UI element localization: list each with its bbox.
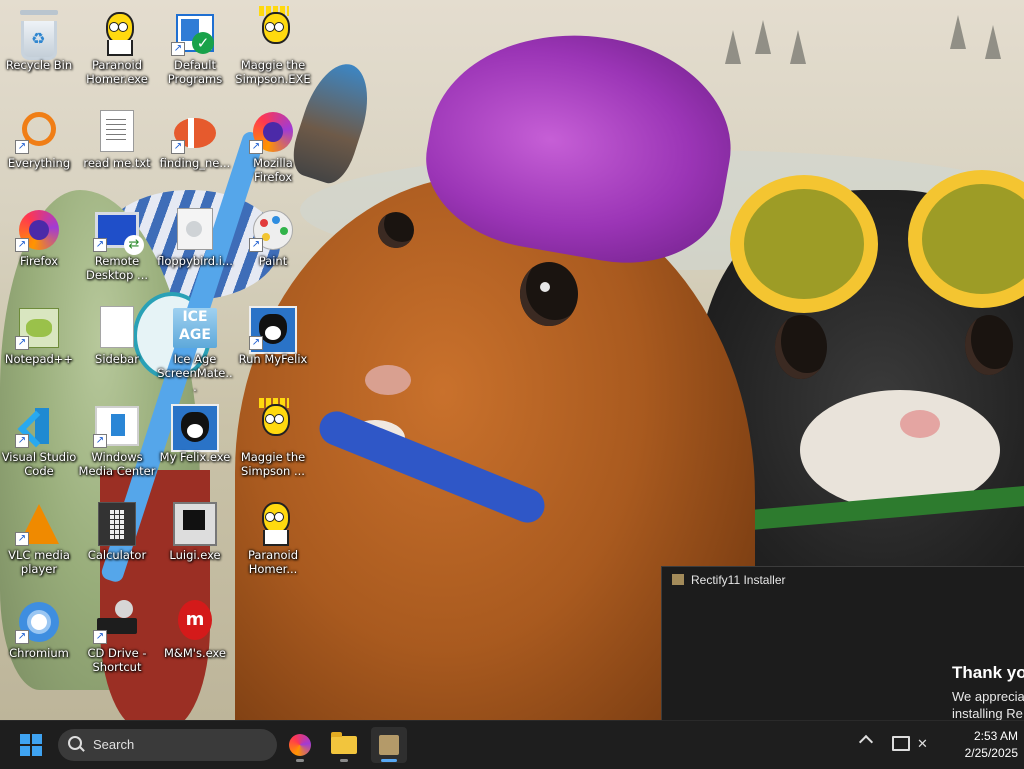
firefox-icon[interactable]: ↗ Firefox (0, 196, 78, 290)
recycle-bin-icon[interactable]: Recycle Bin (0, 0, 78, 94)
show-hidden-icons-chevron-icon[interactable] (858, 734, 874, 750)
cd-drive-icon[interactable]: ↗ CD Drive - Shortcut (78, 588, 156, 682)
icon-label: Firefox (19, 254, 59, 268)
taskbar-search-box[interactable]: Search (58, 729, 277, 761)
notepad-plus-plus-icon[interactable]: ↗ Notepad++ (0, 294, 78, 388)
ice-age-icon[interactable]: ICE AGE Ice Age ScreenMate... (156, 294, 234, 394)
vscode-icon[interactable]: ↗ Visual Studio Code (0, 392, 78, 486)
taskbar-clock[interactable]: 2:53 AM 2/25/2025 (944, 728, 1018, 762)
icon-label: Default Programs (167, 58, 223, 86)
icon-label: Visual Studio Code (1, 450, 77, 478)
installer-icon (379, 735, 399, 755)
icon-label: finding_ne... (159, 156, 231, 170)
icon-label: Notepad++ (4, 352, 74, 366)
installer-message-line: We apprecia (952, 689, 1024, 704)
clock-time: 2:53 AM (973, 729, 1018, 743)
icon-label: Sidebar (95, 352, 139, 366)
vlc-icon[interactable]: ↗ VLC media player (0, 490, 78, 584)
icon-label: Paranoid Homer... (247, 548, 299, 576)
icon-label: Windows Media Center (78, 450, 156, 478)
search-placeholder: Search (93, 737, 135, 752)
everything-icon[interactable]: ↗ Everything (0, 98, 78, 192)
icon-label: VLC media player (8, 548, 70, 576)
icon-label: Paranoid Homer.exe (86, 58, 148, 86)
taskbar-file-explorer-button[interactable] (326, 727, 362, 763)
text-file-icon[interactable]: read me.txt (78, 98, 156, 192)
network-icon[interactable] (892, 736, 910, 751)
finding-nemo-icon[interactable]: ↗ finding_ne... (156, 98, 234, 192)
icon-label: Everything (7, 156, 71, 170)
clock-date: 2/25/2025 (964, 746, 1018, 760)
maggie-simpson-icon[interactable]: Maggie the Simpson.EXE (234, 0, 312, 94)
firefox-icon (289, 734, 311, 756)
icon-label: Calculator (87, 548, 147, 562)
luigi-icon[interactable]: Luigi.exe (156, 490, 234, 584)
installer-title: Rectify11 Installer (691, 573, 786, 587)
icon-label: Recycle Bin (5, 58, 73, 72)
icon-label: Maggie the Simpson.EXE (235, 58, 311, 86)
installer-app-icon (672, 574, 684, 585)
taskbar-firefox-button[interactable] (282, 727, 318, 763)
taskbar-installer-button[interactable] (371, 727, 407, 763)
volume-muted-icon[interactable]: ✕ (917, 737, 928, 752)
calculator-icon[interactable]: Calculator (78, 490, 156, 584)
rectify11-installer-window[interactable]: Rectify11 Installer Thank yo We apprecia… (661, 566, 1024, 721)
icon-label: Paint (258, 254, 288, 268)
ice-age-logo: ICE AGE (173, 308, 217, 348)
icon-label: CD Drive - Shortcut (87, 646, 147, 674)
default-programs-icon[interactable]: ✓ ↗ Default Programs (156, 0, 234, 94)
start-button[interactable] (20, 734, 42, 756)
icon-label: Mozilla Firefox (253, 156, 293, 184)
mms-logo: m (178, 600, 212, 640)
mms-icon[interactable]: m M&M's.exe (156, 588, 234, 682)
search-icon (68, 736, 82, 750)
paint-icon[interactable]: ↗ Paint (234, 196, 312, 290)
remote-desktop-icon[interactable]: ↗ Remote Desktop ... (78, 196, 156, 290)
installer-message: We apprecia installing Re (952, 688, 1024, 722)
my-felix-icon[interactable]: My Felix.exe (156, 392, 234, 486)
floppybird-icon[interactable]: floppybird.i... (156, 196, 234, 290)
icon-label: read me.txt (83, 156, 151, 170)
run-myfelix-icon[interactable]: ↗ Run MyFelix (234, 294, 312, 388)
sidebar-file-icon[interactable]: Sidebar (78, 294, 156, 388)
paranoid-homer-icon[interactable]: Paranoid Homer.exe (78, 0, 156, 94)
icon-label: Run MyFelix (238, 352, 308, 366)
paranoid-homer-2-icon[interactable]: Paranoid Homer... (234, 490, 312, 584)
icon-label: Chromium (9, 646, 69, 660)
folder-icon (331, 732, 357, 754)
icon-label: floppybird.i... (157, 254, 233, 268)
chromium-icon[interactable]: ↗ Chromium (0, 588, 78, 682)
taskbar: Search ✕ 2:53 AM 2/25/2025 (0, 720, 1024, 769)
mozilla-firefox-icon[interactable]: ↗ Mozilla Firefox (234, 98, 312, 192)
icon-label: Ice Age ScreenMate... (157, 352, 233, 394)
icon-label: Remote Desktop ... (85, 254, 149, 282)
installer-heading: Thank yo (952, 663, 1024, 682)
icon-label: M&M's.exe (163, 646, 227, 660)
icon-label: My Felix.exe (159, 450, 231, 464)
icon-label: Luigi.exe (169, 548, 221, 562)
maggie-simpson-2-icon[interactable]: Maggie the Simpson ... (234, 392, 312, 486)
icon-label: Maggie the Simpson ... (240, 450, 306, 478)
installer-titlebar[interactable]: Rectify11 Installer (672, 573, 785, 587)
media-center-icon[interactable]: ↗ Windows Media Center (78, 392, 156, 486)
